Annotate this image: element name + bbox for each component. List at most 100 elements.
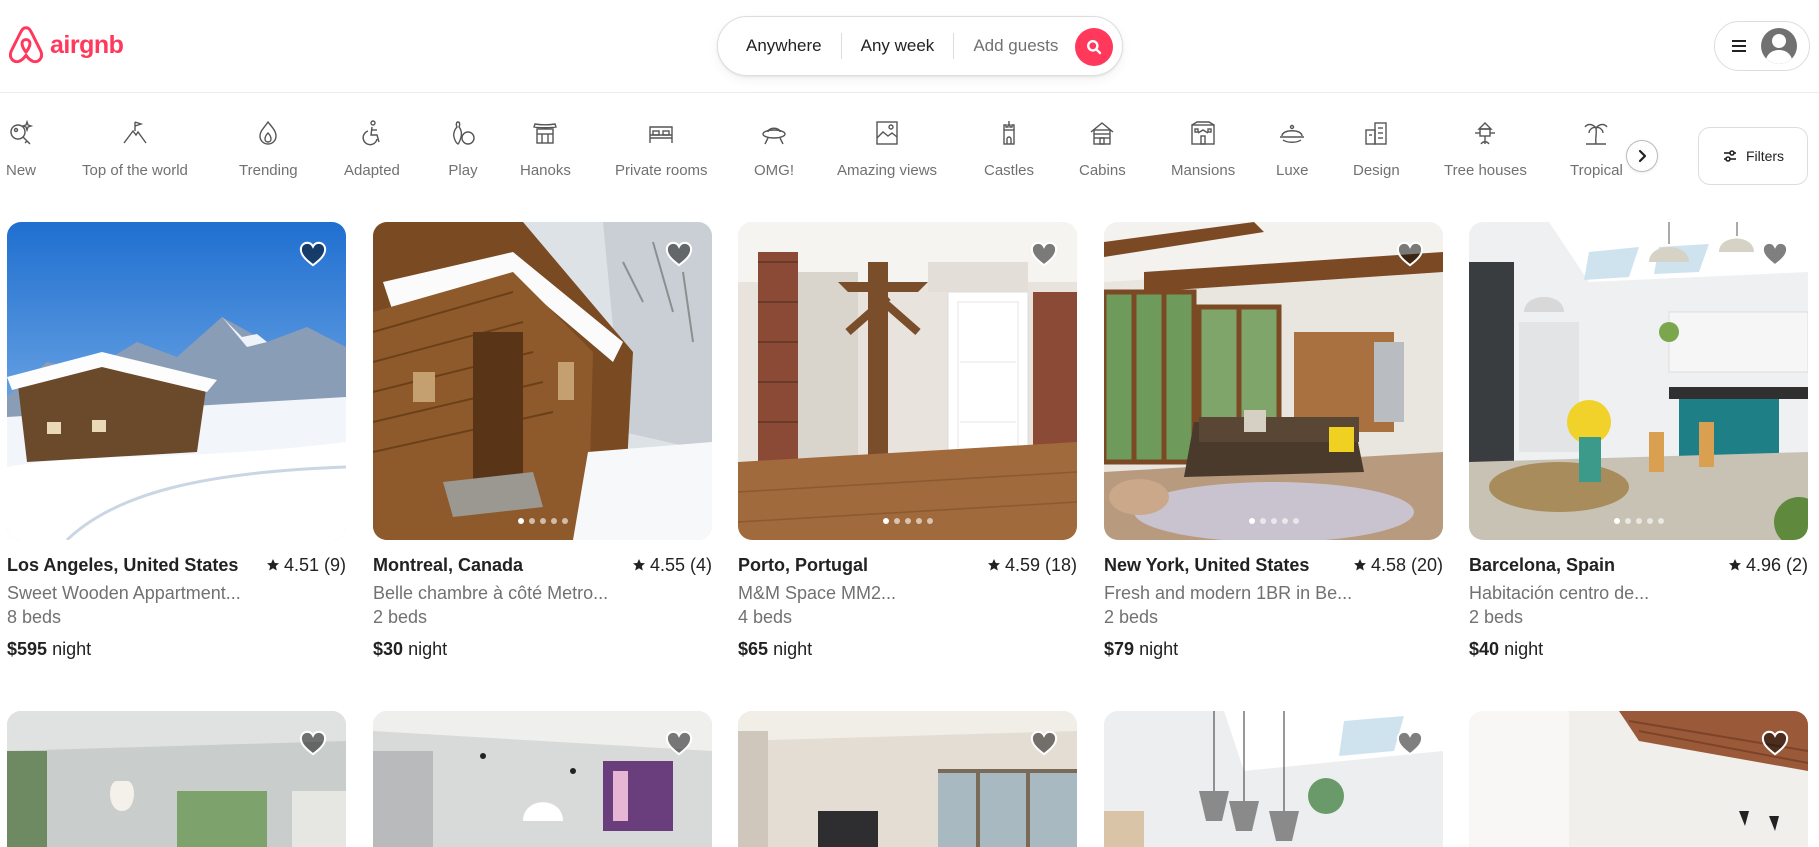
category-trending[interactable]: Trending [239,118,298,179]
category-label: Cabins [1079,162,1126,179]
listing-location: Montreal, Canada [373,554,524,575]
listing-card[interactable]: New York, United States 4.58 (20) Fresh a… [1104,222,1443,660]
pagination-dot[interactable] [528,518,535,524]
rating-value: 4.58 (20) [1370,554,1443,575]
favorite-heart-button[interactable] [1395,729,1425,757]
pagination-dot[interactable] [904,518,911,524]
pagination-dot[interactable] [1281,518,1288,524]
pagination-dot[interactable] [1270,518,1277,524]
photo-pagination-dots [7,518,346,524]
anywhere-button[interactable]: Anywhere [718,32,841,60]
category-castles[interactable]: Castles [984,118,1034,179]
pagination-dot[interactable] [1292,518,1299,524]
pagination-dot[interactable] [1624,518,1631,524]
category-hanoks[interactable]: Hanoks [520,118,571,179]
category-design[interactable]: Design [1353,118,1400,179]
pagination-dot[interactable] [1635,518,1642,524]
listing-card[interactable] [1104,711,1443,847]
pagination-dot[interactable] [1259,518,1266,524]
pagination-dot[interactable] [561,518,568,524]
add-guests-button[interactable]: Add guests [954,32,1077,60]
chevron-right-icon [1638,149,1647,163]
listing-location: New York, United States [1104,554,1310,575]
pagination-dot[interactable] [517,518,524,524]
pagination-dot[interactable] [1248,518,1255,524]
pagination-dot[interactable] [926,518,933,524]
category-label: Private rooms [615,162,708,179]
star-icon [632,559,645,571]
favorite-heart-button[interactable] [1760,729,1790,757]
listing-card[interactable] [1469,711,1808,847]
filters-button[interactable]: Filters [1698,127,1808,185]
favorite-heart-button[interactable] [1029,240,1059,268]
category-private-rooms[interactable]: Private rooms [615,118,708,179]
favorite-heart-button[interactable] [1029,729,1059,757]
listing-title: Fresh and modern 1BR in Be... [1104,583,1353,603]
price-amount: $65 [738,639,769,659]
pagination-dot[interactable] [184,518,191,524]
listing-card[interactable] [373,711,712,847]
pagination-dot[interactable] [1613,518,1620,524]
pagination-dot[interactable] [539,518,546,524]
listing-photo[interactable] [738,711,1077,847]
listing-photo[interactable] [1104,711,1443,847]
pagination-dot[interactable] [1657,518,1664,524]
listing-photo[interactable] [7,222,346,540]
listing-photo[interactable] [738,222,1077,540]
category-amazing-views[interactable]: Amazing views [837,118,937,179]
category-omg[interactable]: OMG! [754,118,794,179]
listing-card[interactable] [738,711,1077,847]
favorite-heart-button[interactable] [1760,240,1790,268]
pagination-dot[interactable] [1646,518,1653,524]
listing-card[interactable]: Montreal, Canada 4.55 (4) Belle chambre à… [373,222,712,660]
category-tree-houses[interactable]: Tree houses [1444,118,1527,179]
pagination-dot[interactable] [195,518,202,524]
pagination-dot[interactable] [893,518,900,524]
listing-card[interactable]: Porto, Portugal 4.59 (18) M&M Space MM2..… [738,222,1077,660]
category-adapted[interactable]: Adapted [344,118,400,179]
category-tropical[interactable]: Tropical [1570,118,1623,179]
category-luxe[interactable]: Luxe [1276,118,1309,179]
favorite-heart-button[interactable] [664,240,694,268]
listing-card[interactable]: Los Angeles, United States 4.51 (9) Sweet… [7,222,346,660]
pagination-dot[interactable] [173,518,180,524]
listing-photo[interactable] [1104,222,1443,540]
price-unit: night [408,639,448,659]
cloche-icon [1277,118,1307,148]
search-bar[interactable]: Anywhere Any week Add guests [717,16,1123,76]
any-week-button[interactable]: Any week [842,32,954,60]
category-new[interactable]: New [6,118,36,179]
favorite-heart-button[interactable] [298,240,328,268]
heart-icon [1396,730,1424,756]
pagination-dot[interactable] [915,518,922,524]
photo-pagination-dots [738,518,1077,524]
user-menu-button[interactable] [1714,21,1810,71]
heart-icon [1761,241,1789,267]
category-mansions[interactable]: Mansions [1171,118,1235,179]
listing-photo[interactable] [373,711,712,847]
pagination-dot[interactable] [162,518,169,524]
listing-price: $30 night [373,639,712,660]
listing-card[interactable] [7,711,346,847]
search-button[interactable] [1075,28,1113,66]
category-top-of-the-world[interactable]: Top of the world [82,118,188,179]
brand-logo[interactable]: airgnb [6,24,124,66]
listing-photo[interactable] [373,222,712,540]
listing-photo[interactable] [1469,711,1808,847]
category-cabins[interactable]: Cabins [1079,118,1126,179]
pagination-dot[interactable] [151,518,158,524]
favorite-heart-button[interactable] [664,729,694,757]
pagination-dot[interactable] [550,518,557,524]
category-scroll-next-button[interactable] [1626,140,1658,172]
favorite-heart-button[interactable] [1395,240,1425,268]
price-amount: $79 [1104,639,1135,659]
category-play[interactable]: Play [448,118,478,179]
favorite-heart-button[interactable] [298,729,328,757]
listing-card[interactable]: Barcelona, Spain 4.96 (2) Habitación cent… [1469,222,1808,660]
category-label: Castles [984,162,1035,179]
pagination-dot[interactable] [882,518,889,524]
heart-icon [1030,241,1058,267]
listing-photo[interactable] [1469,222,1808,540]
listing-photo[interactable] [7,711,346,847]
listing-rating: 4.59 (18) [987,555,1077,576]
